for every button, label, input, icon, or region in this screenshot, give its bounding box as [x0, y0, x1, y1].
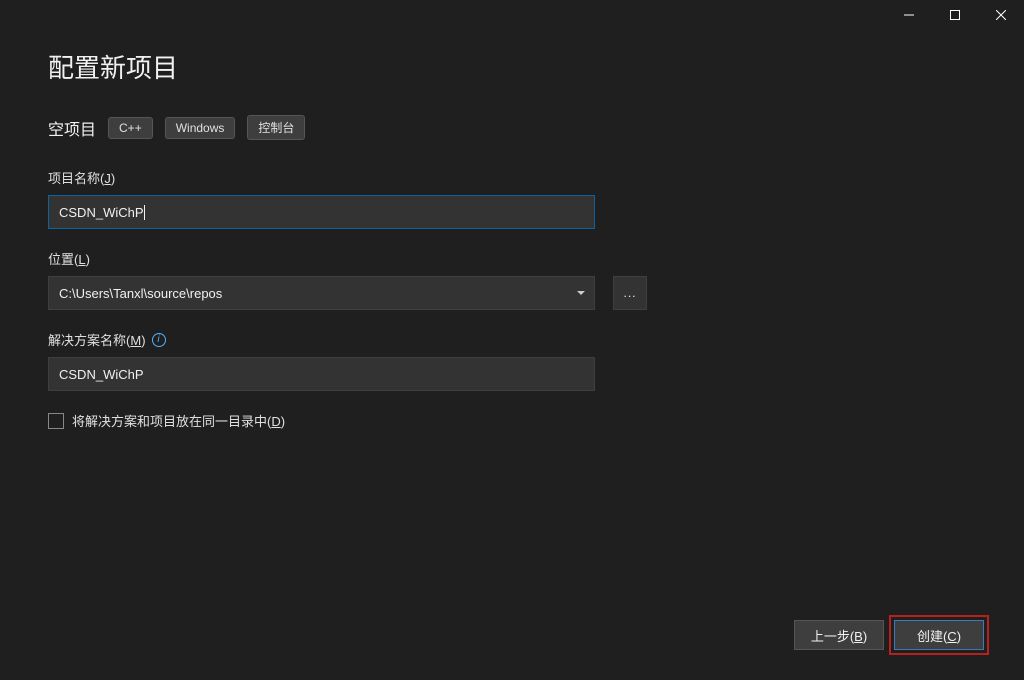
location-group: 位置(L) C:\Users\Tanxl\source\repos ... [48, 249, 976, 310]
solution-name-input[interactable]: CSDN_WiChP [48, 357, 595, 391]
project-name-group: 项目名称(J) CSDN_WiChP [48, 168, 976, 229]
chevron-down-icon [577, 291, 585, 295]
create-button[interactable]: 创建(C) [894, 620, 984, 650]
same-directory-label: 将解决方案和项目放在同一目录中(D) [72, 411, 285, 430]
maximize-icon [950, 10, 960, 20]
template-tag: C++ [108, 117, 153, 139]
template-tag: 控制台 [247, 115, 305, 140]
close-icon [996, 10, 1006, 20]
solution-name-label: 解决方案名称(M) i [48, 330, 976, 349]
template-row: 空项目 C++ Windows 控制台 [48, 115, 976, 140]
template-name: 空项目 [48, 116, 96, 140]
footer-buttons: 上一步(B) 创建(C) [794, 620, 984, 650]
minimize-button[interactable] [886, 0, 932, 30]
location-label: 位置(L) [48, 249, 976, 268]
page-title: 配置新项目 [48, 48, 976, 85]
same-directory-row: 将解决方案和项目放在同一目录中(D) [48, 411, 976, 430]
back-button[interactable]: 上一步(B) [794, 620, 884, 650]
browse-button[interactable]: ... [613, 276, 647, 310]
location-select[interactable]: C:\Users\Tanxl\source\repos [48, 276, 595, 310]
maximize-button[interactable] [932, 0, 978, 30]
minimize-icon [904, 10, 914, 20]
close-button[interactable] [978, 0, 1024, 30]
project-name-label: 项目名称(J) [48, 168, 976, 187]
title-bar [0, 0, 1024, 30]
same-directory-checkbox[interactable] [48, 413, 64, 429]
project-name-input[interactable]: CSDN_WiChP [48, 195, 595, 229]
info-icon[interactable]: i [152, 333, 166, 347]
template-tag: Windows [165, 117, 236, 139]
solution-name-group: 解决方案名称(M) i CSDN_WiChP [48, 330, 976, 391]
